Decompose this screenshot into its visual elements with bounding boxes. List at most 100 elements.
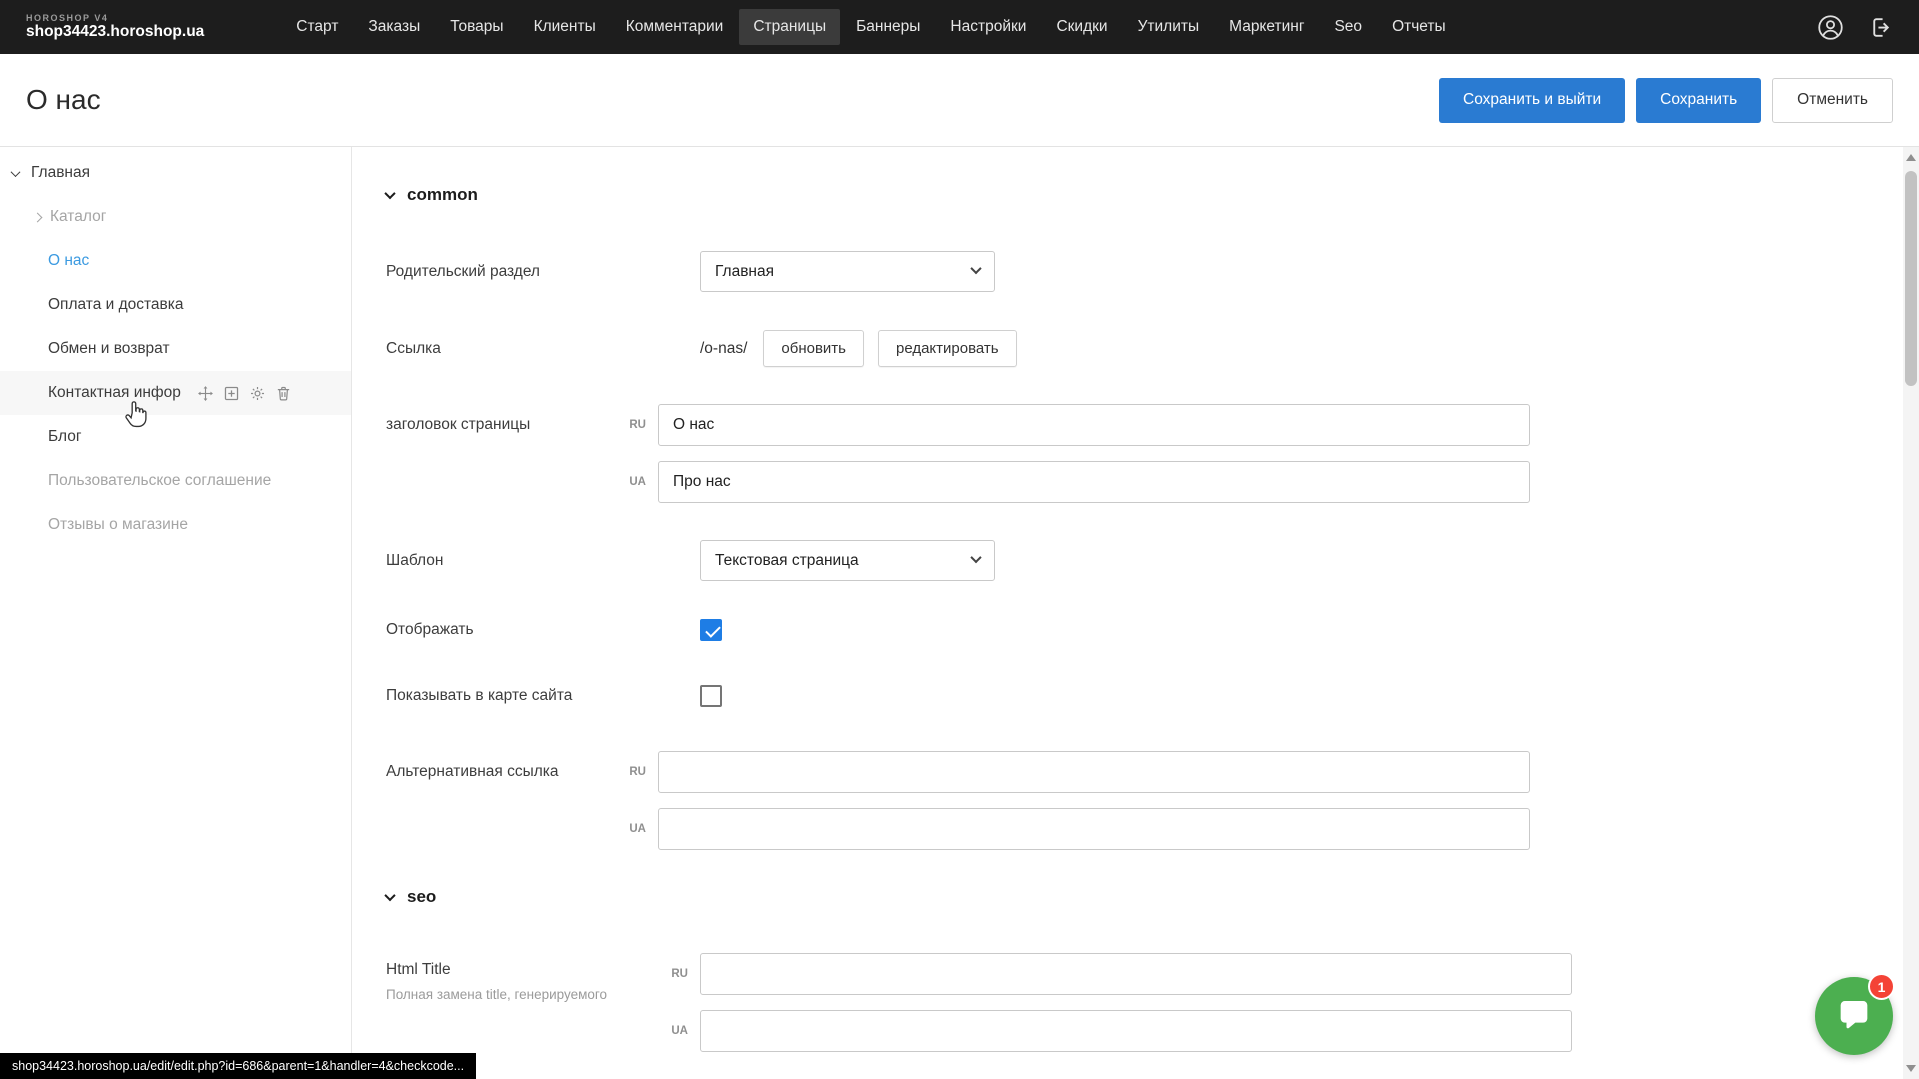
parent-section-select[interactable]: Главная — [700, 251, 995, 292]
menu-item-settings[interactable]: Настройки — [936, 9, 1040, 45]
tree-item-payment-delivery[interactable]: Оплата и доставка — [0, 283, 351, 327]
sitemap-row: Показывать в карте сайта — [386, 685, 1879, 707]
lang-badge-ua: UA — [616, 808, 658, 850]
add-page-icon[interactable] — [223, 385, 240, 402]
field-label: Шаблон — [386, 540, 658, 582]
menu-item-discounts[interactable]: Скидки — [1042, 9, 1121, 45]
logo-domain: shop34423.horoshop.ua — [26, 23, 204, 41]
tree-item-contact-info[interactable]: Контактная инфор — [0, 371, 351, 415]
tree-item-exchange-return[interactable]: Обмен и возврат — [0, 327, 351, 371]
logo[interactable]: HOROSHOP V4 shop34423.horoshop.ua — [26, 13, 204, 41]
section-common[interactable]: common — [386, 185, 1879, 205]
alt-link-ua-input[interactable] — [658, 808, 1530, 850]
gear-icon[interactable] — [249, 385, 266, 402]
status-url-bar: shop34423.horoshop.ua/edit/edit.php?id=6… — [0, 1053, 476, 1079]
menu-item-marketing[interactable]: Маркетинг — [1215, 9, 1318, 45]
chevron-right-icon — [33, 212, 43, 222]
template-row: Шаблон Текстовая страница — [386, 540, 1879, 582]
display-checkbox[interactable] — [700, 619, 722, 641]
refresh-link-button[interactable]: обновить — [763, 330, 864, 367]
html-title-ua-input[interactable] — [700, 1010, 1572, 1052]
tree-item-store-reviews[interactable]: Отзывы о магазине — [0, 503, 351, 547]
lang-badge-ru: RU — [658, 953, 700, 995]
page-title: О нас — [26, 84, 101, 116]
content-area: Главная Каталог О нас Оплата и доставка … — [0, 147, 1919, 1079]
chevron-down-icon — [11, 167, 21, 177]
field-label: Отображать — [386, 619, 658, 641]
page-title-ua-input[interactable] — [658, 461, 1530, 503]
save-and-exit-button[interactable]: Сохранить и выйти — [1439, 78, 1625, 123]
tree-item-home[interactable]: Главная — [0, 151, 351, 195]
chat-unread-badge: 1 — [1868, 973, 1895, 1000]
template-select[interactable]: Текстовая страница — [700, 540, 995, 581]
chevron-down-icon — [970, 552, 981, 563]
field-label: Html Title — [386, 961, 700, 979]
menu-item-utilities[interactable]: Утилиты — [1124, 9, 1214, 45]
chevron-down-icon — [970, 263, 981, 274]
account-icon[interactable] — [1817, 14, 1844, 41]
tree-item-label: Пользовательское соглашение — [48, 472, 271, 490]
scroll-down-arrow-icon[interactable] — [1906, 1065, 1916, 1072]
scroll-up-arrow-icon[interactable] — [1906, 154, 1916, 161]
pages-tree-sidebar: Главная Каталог О нас Оплата и доставка … — [0, 147, 352, 1079]
chevron-down-icon — [384, 890, 395, 901]
lang-badge-ru: RU — [616, 404, 658, 446]
menu-item-pages[interactable]: Страницы — [739, 9, 840, 45]
field-label: Показывать в карте сайта — [386, 685, 658, 707]
topbar-right-icons — [1817, 14, 1893, 41]
tree-item-about[interactable]: О нас — [0, 239, 351, 283]
scrollbar-thumb[interactable] — [1905, 171, 1917, 386]
header-buttons: Сохранить и выйти Сохранить Отменить — [1439, 78, 1893, 123]
logout-icon[interactable] — [1868, 15, 1893, 40]
html-title-row: Html Title Полная замена title, генериру… — [386, 953, 1879, 1052]
section-seo[interactable]: seo — [386, 887, 1879, 907]
logo-version: HOROSHOP V4 — [26, 13, 204, 23]
alt-link-ru-input[interactable] — [658, 751, 1530, 793]
save-button[interactable]: Сохранить — [1636, 78, 1761, 123]
section-title: common — [407, 185, 478, 205]
page-url-value: /o-nas/ — [700, 330, 747, 367]
chat-icon — [1834, 996, 1874, 1036]
sitemap-checkbox[interactable] — [700, 685, 722, 707]
cancel-button[interactable]: Отменить — [1772, 78, 1893, 123]
select-value: Главная — [715, 263, 774, 281]
chat-widget-button[interactable]: 1 — [1815, 977, 1893, 1055]
menu-item-seo[interactable]: Seo — [1320, 9, 1376, 45]
vertical-scrollbar[interactable] — [1903, 147, 1919, 1079]
tree-item-label: О нас — [48, 252, 89, 270]
tree-item-label: Оплата и доставка — [48, 296, 184, 314]
menu-item-clients[interactable]: Клиенты — [520, 9, 610, 45]
tree-item-user-agreement[interactable]: Пользовательское соглашение — [0, 459, 351, 503]
tree-item-label: Главная — [31, 164, 90, 182]
lang-badge-ru: RU — [616, 751, 658, 793]
field-label: Ссылка — [386, 330, 658, 367]
page-title-row: заголовок страницы RU UA — [386, 404, 1879, 503]
menu-item-banners[interactable]: Баннеры — [842, 9, 934, 45]
chevron-down-icon — [384, 188, 395, 199]
field-label-block: Html Title Полная замена title, генериру… — [386, 953, 700, 1002]
menu-item-orders[interactable]: Заказы — [354, 9, 434, 45]
trash-icon[interactable] — [275, 385, 292, 402]
move-icon[interactable] — [197, 385, 214, 402]
field-label: Родительский раздел — [386, 251, 658, 293]
menu-item-comments[interactable]: Комментарии — [612, 9, 738, 45]
html-title-ru-input[interactable] — [700, 953, 1572, 995]
tree-item-blog[interactable]: Блог — [0, 415, 351, 459]
tree-item-catalog[interactable]: Каталог — [0, 195, 351, 239]
display-row: Отображать — [386, 619, 1879, 641]
page-edit-form: common Родительский раздел Главная Ссылк… — [352, 147, 1919, 1079]
page-title-ru-input[interactable] — [658, 404, 1530, 446]
alt-link-row: Альтернативная ссылка RU UA — [386, 751, 1879, 850]
tree-item-actions — [197, 385, 292, 402]
parent-section-row: Родительский раздел Главная — [386, 251, 1879, 293]
lang-badge-ua: UA — [658, 1010, 700, 1052]
tree-item-label: Контактная инфор — [48, 384, 181, 402]
tree-item-label: Каталог — [50, 208, 106, 226]
select-value: Текстовая страница — [715, 552, 859, 570]
edit-link-button[interactable]: редактировать — [878, 330, 1017, 367]
lang-badge-ua: UA — [616, 461, 658, 503]
menu-item-products[interactable]: Товары — [436, 9, 517, 45]
menu-item-reports[interactable]: Отчеты — [1378, 9, 1460, 45]
tree-item-label: Обмен и возврат — [48, 340, 170, 358]
menu-item-start[interactable]: Старт — [282, 9, 352, 45]
